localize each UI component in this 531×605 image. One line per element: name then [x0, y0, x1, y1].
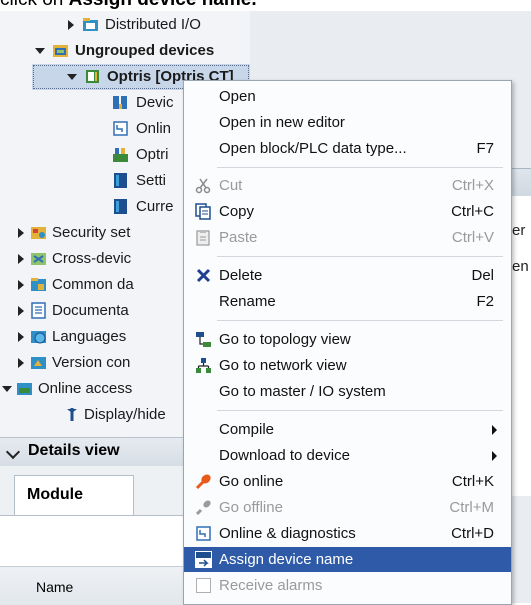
- display-hide-icon: [67, 408, 77, 421]
- menu-item-open-new-editor[interactable]: Open in new editor: [184, 110, 511, 135]
- tree-item-label: Ungrouped devices: [75, 42, 215, 59]
- tree-item-label: Distributed I/O: [105, 16, 201, 33]
- go-online-icon: [195, 474, 211, 490]
- submenu-arrow-icon: [492, 425, 497, 435]
- tree-item-label: Security set: [52, 224, 131, 241]
- tree-item-label: Devic: [136, 94, 174, 111]
- instruction-caption: click on Assign device name.: [0, 0, 531, 11]
- online-diagnostics-icon: [196, 526, 211, 541]
- menu-item-delete[interactable]: Delete Del: [184, 263, 511, 288]
- paste-icon: [196, 230, 210, 246]
- menu-item-master-io-system[interactable]: Go to master / IO system: [184, 379, 511, 404]
- collapse-arrow-icon[interactable]: [35, 48, 45, 54]
- tree-item-label: Documenta: [52, 302, 129, 319]
- tree-item-label: Cross-devic: [52, 250, 132, 267]
- menu-item-cut[interactable]: Cut Ctrl+X: [184, 173, 511, 198]
- documentation-icon: [31, 302, 46, 319]
- expand-arrow-icon[interactable]: [18, 254, 24, 264]
- device-group-icon: [53, 45, 68, 57]
- tree-item-label: Languages: [52, 328, 127, 345]
- tree-item-ungrouped-devices[interactable]: Ungrouped devices: [0, 38, 250, 64]
- expand-arrow-icon[interactable]: [18, 306, 24, 316]
- tree-item-distributed-io[interactable]: Distributed I/O: [0, 12, 250, 38]
- delete-icon: [196, 268, 211, 283]
- tree-item-label: Onlin: [136, 120, 172, 137]
- network-icon: [196, 358, 211, 373]
- chevron-down-icon[interactable]: [5, 444, 21, 460]
- menu-item-receive-alarms[interactable]: Receive alarms: [184, 573, 511, 598]
- expand-arrow-icon[interactable]: [18, 228, 24, 238]
- menu-item-open-block[interactable]: Open block/PLC data type... F7: [184, 136, 511, 161]
- security-icon: [31, 227, 46, 239]
- folder-icon: [83, 18, 98, 31]
- menu-separator: [217, 320, 503, 321]
- menu-item-compile[interactable]: Compile: [184, 417, 511, 442]
- version-control-icon: [31, 357, 46, 369]
- caption-bold: Assign device name.: [69, 0, 257, 10]
- menu-item-copy[interactable]: Copy Ctrl+C: [184, 199, 511, 224]
- tree-item-label: Version con: [52, 354, 131, 371]
- collapse-arrow-icon[interactable]: [2, 386, 12, 392]
- caption-prefix: click on: [0, 0, 69, 10]
- column-text-1: er: [512, 222, 526, 239]
- tab-module[interactable]: Module: [14, 475, 134, 516]
- tree-item-label: Display/hide: [84, 406, 166, 423]
- column-text-2: en: [512, 258, 529, 275]
- device-config-icon: [113, 96, 127, 109]
- menu-item-download[interactable]: Download to device: [184, 443, 511, 468]
- languages-icon: [31, 331, 46, 344]
- menu-item-go-online[interactable]: Go online Ctrl+K: [184, 469, 511, 494]
- device-icon: [86, 70, 99, 83]
- tree-item-label: Common da: [52, 276, 134, 293]
- online-access-icon: [17, 383, 32, 395]
- go-offline-icon: [195, 500, 211, 516]
- menu-separator: [217, 410, 503, 411]
- tab-label: Module: [27, 486, 83, 503]
- menu-separator: [217, 167, 503, 168]
- menu-item-network-view[interactable]: Go to network view: [184, 353, 511, 378]
- menu-item-rename[interactable]: Rename F2: [184, 289, 511, 314]
- submenu-arrow-icon: [492, 451, 497, 461]
- column-label: Name: [36, 579, 74, 595]
- expand-arrow-icon[interactable]: [18, 280, 24, 290]
- current-icon: [114, 199, 127, 214]
- menu-item-topology-view[interactable]: Go to topology view: [184, 327, 511, 352]
- menu-item-open[interactable]: Open: [184, 84, 511, 109]
- expand-arrow-icon[interactable]: [18, 332, 24, 342]
- copy-icon: [195, 203, 211, 220]
- topology-icon: [196, 332, 211, 347]
- module-icon: [113, 148, 128, 162]
- tree-item-label: Curre: [136, 198, 174, 215]
- menu-item-paste[interactable]: Paste Ctrl+V: [184, 225, 511, 250]
- online-diagnostics-icon: [113, 121, 128, 136]
- expand-arrow-icon[interactable]: [68, 20, 74, 30]
- menu-item-online-diagnostics[interactable]: Online & diagnostics Ctrl+D: [184, 521, 511, 546]
- assign-name-icon: [195, 551, 212, 568]
- expand-arrow-icon[interactable]: [18, 358, 24, 368]
- settings-icon: [114, 173, 127, 188]
- tree-item-label: Online access: [38, 380, 133, 397]
- cross-device-icon: [31, 253, 46, 265]
- tree-item-label: Setti: [136, 172, 167, 189]
- checkbox-icon[interactable]: [195, 577, 212, 594]
- menu-item-go-offline[interactable]: Go offline Ctrl+M: [184, 495, 511, 520]
- tree-item-label: Optri: [136, 146, 169, 163]
- collapse-arrow-icon[interactable]: [67, 74, 77, 80]
- scissors-icon: [195, 178, 211, 194]
- menu-item-assign-device-name[interactable]: Assign device name: [184, 547, 511, 572]
- menu-separator: [217, 256, 503, 257]
- details-view-title: Details view: [28, 442, 120, 459]
- context-menu: Open Open in new editor Open block/PLC d…: [183, 80, 512, 605]
- common-data-icon: [31, 278, 46, 291]
